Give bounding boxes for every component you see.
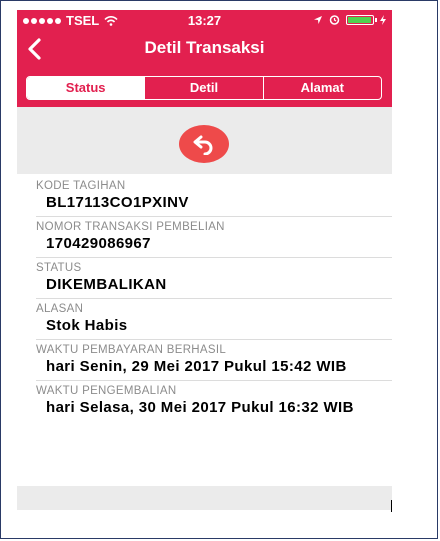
detail-row-kode-tagihan: KODE TAGIHAN BL17113CO1PXINV (36, 176, 392, 217)
detail-label: WAKTU PENGEMBALIAN (36, 385, 177, 397)
tab-alamat[interactable]: Alamat (262, 77, 381, 99)
detail-row-status: STATUS DIKEMBALIKAN (36, 258, 392, 299)
phone-screen: TSEL 13:27 Detil Transaksi Status Detil … (17, 10, 392, 510)
undo-arrow-icon (193, 135, 213, 155)
detail-value: 170429086967 (46, 235, 151, 252)
detail-row-alasan: ALASAN Stok Habis (36, 299, 392, 340)
detail-value: Stok Habis (46, 317, 128, 334)
nav-bar: Detil Transaksi (17, 34, 392, 64)
charging-icon (380, 14, 386, 25)
status-bar: TSEL 13:27 (17, 12, 392, 30)
detail-label: STATUS (36, 262, 82, 274)
divider-tick (391, 500, 392, 512)
location-arrow-icon (314, 15, 322, 24)
status-icons (313, 14, 386, 25)
undo-button[interactable] (179, 125, 229, 163)
header: TSEL 13:27 Detil Transaksi Status Detil … (17, 10, 392, 107)
detail-value: hari Selasa, 30 Mei 2017 Pukul 16:32 WIB (46, 399, 354, 416)
tab-detil[interactable]: Detil (144, 77, 262, 99)
footer-area (17, 486, 392, 510)
tab-status[interactable]: Status (27, 77, 145, 99)
detail-value: DIKEMBALIKAN (46, 276, 167, 293)
detail-label: KODE TAGIHAN (36, 180, 126, 192)
battery-icon (346, 14, 377, 25)
detail-label: NOMOR TRANSAKSI PEMBELIAN (36, 221, 225, 233)
page-title: Detil Transaksi (144, 38, 265, 57)
detail-list: KODE TAGIHAN BL17113CO1PXINV NOMOR TRANS… (17, 176, 392, 421)
detail-row-waktu-pengembalian: WAKTU PENGEMBALIAN hari Selasa, 30 Mei 2… (36, 381, 392, 421)
detail-row-waktu-pembayaran: WAKTU PEMBAYARAN BERHASIL hari Senin, 29… (36, 340, 392, 381)
alarm-icon (329, 15, 340, 25)
detail-label: WAKTU PEMBAYARAN BERHASIL (36, 344, 227, 356)
detail-value: BL17113CO1PXINV (46, 194, 189, 211)
tab-bar: Status Detil Alamat (26, 76, 382, 100)
detail-label: ALASAN (36, 303, 84, 315)
detail-row-nomor-transaksi: NOMOR TRANSAKSI PEMBELIAN 170429086967 (36, 217, 392, 258)
detail-value: hari Senin, 29 Mei 2017 Pukul 15:42 WIB (46, 358, 347, 375)
